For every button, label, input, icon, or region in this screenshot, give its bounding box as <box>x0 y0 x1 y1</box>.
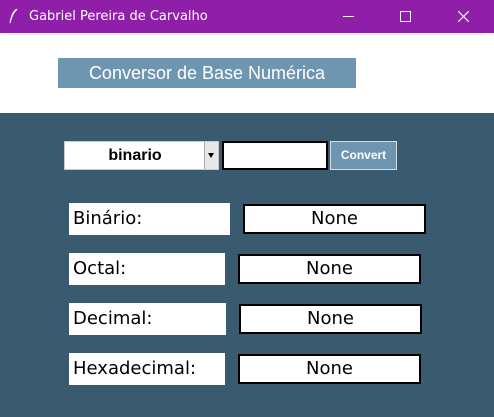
close-icon <box>457 11 469 22</box>
maximize-button[interactable] <box>382 0 428 33</box>
hexadecimal-label: Hexadecimal: <box>69 353 225 385</box>
header-divider <box>8 34 484 35</box>
decimal-result: None <box>239 304 422 334</box>
close-button[interactable] <box>440 0 486 33</box>
window-title: Gabriel Pereira de Carvalho <box>29 9 208 24</box>
dropdown-arrow-button[interactable] <box>204 142 218 169</box>
binary-result: None <box>243 204 426 234</box>
convert-button[interactable]: Convert <box>330 141 397 170</box>
feather-icon <box>9 8 18 24</box>
octal-result: None <box>238 254 421 284</box>
window-titlebar[interactable]: Gabriel Pereira de Carvalho <box>0 0 494 33</box>
base-select-value: binario <box>108 147 162 164</box>
decimal-label: Decimal: <box>69 303 226 335</box>
base-select[interactable]: binario <box>64 141 219 170</box>
hexadecimal-result: None <box>238 354 421 384</box>
app-heading: Conversor de Base Numérica <box>58 58 356 88</box>
maximize-icon <box>399 11 411 22</box>
minimize-icon <box>342 16 354 17</box>
number-input[interactable] <box>222 141 328 170</box>
binary-label: Binário: <box>69 203 230 235</box>
minimize-button[interactable] <box>325 0 371 33</box>
octal-label: Octal: <box>69 253 225 285</box>
chevron-down-icon <box>208 153 214 158</box>
